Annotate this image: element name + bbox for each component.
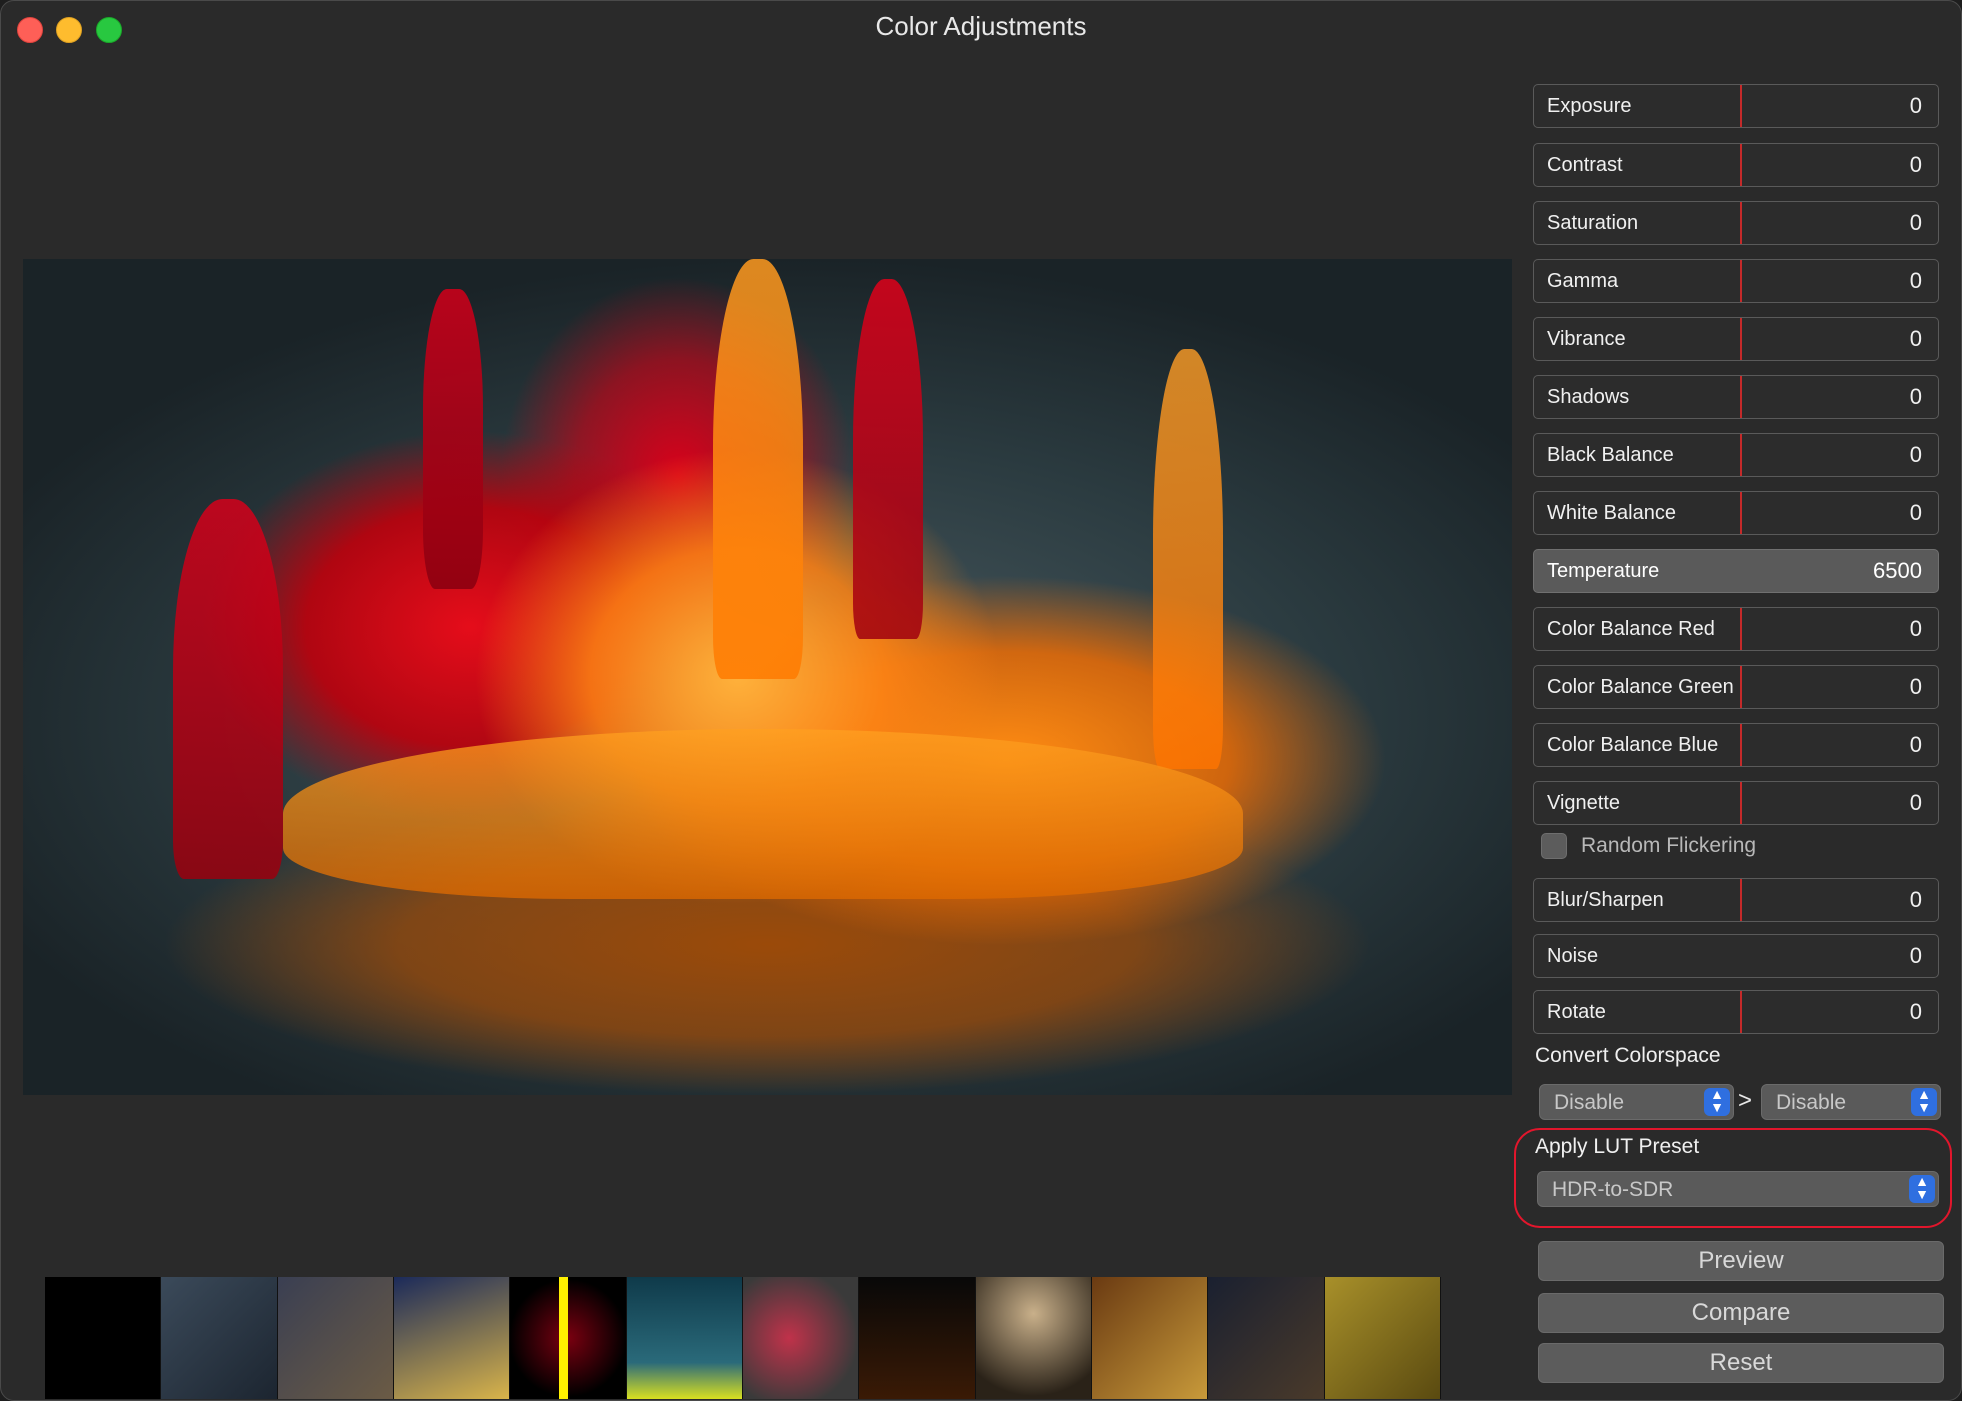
slider-label: Color Balance Red [1547,617,1715,640]
slider-label: Shadows [1547,385,1630,408]
contrast-slider[interactable]: Contrast 0 [1533,143,1939,187]
apply-lut-preset-label: Apply LUT Preset [1535,1135,1700,1158]
slider-label: White Balance [1547,501,1676,524]
filmstrip-frame[interactable] [1324,1277,1441,1399]
reset-button[interactable]: Reset [1538,1343,1944,1383]
slider-label: Vignette [1547,791,1621,814]
slider-label: Noise [1547,944,1599,967]
blur-sharpen-slider[interactable]: Blur/Sharpen 0 [1533,878,1939,922]
vignette-slider[interactable]: Vignette 0 [1533,781,1939,825]
random-flickering-checkbox[interactable] [1541,833,1567,859]
slider-center-marker [1740,85,1742,127]
slider-label: Color Balance Blue [1547,733,1719,756]
shadows-slider[interactable]: Shadows 0 [1533,375,1939,419]
colorspace-to-select[interactable]: Disable ▲ ▼ [1761,1084,1941,1120]
slider-value: 0 [1909,384,1922,409]
slider-center-marker [1740,434,1742,476]
slider-label: Exposure [1547,94,1632,117]
random-flickering-label: Random Flickering [1581,834,1757,857]
gamma-slider[interactable]: Gamma 0 [1533,259,1939,303]
preview-button[interactable]: Preview [1538,1241,1944,1281]
title-bar: Color Adjustments [1,1,1961,51]
slider-value: 0 [1909,326,1922,351]
slider-center-marker [1740,782,1742,824]
slider-value: 6500 [1873,558,1922,583]
slider-value: 0 [1909,999,1922,1024]
slider-value: 0 [1909,152,1922,177]
slider-value: 0 [1909,268,1922,293]
slider-center-marker [1740,318,1742,360]
slider-label: Color Balance Green [1547,675,1734,698]
chevron-up-down-icon: ▲ ▼ [1909,1174,1935,1203]
slider-label: Temperature [1547,559,1660,582]
color-adjustments-window: Color Adjustments Exposure 0 Contrast 0 Sa… [0,0,1962,1401]
filmstrip-frame[interactable] [1091,1277,1209,1399]
slider-value: 0 [1909,442,1922,467]
filmstrip-frame[interactable] [45,1277,162,1399]
filmstrip-frame[interactable] [975,1277,1092,1399]
color-balance-green-slider[interactable]: Color Balance Green 0 [1533,665,1939,709]
slider-value: 0 [1909,500,1922,525]
chevron-up-down-icon: ▲ ▼ [1911,1087,1937,1116]
colorspace-from-value: Disable [1554,1091,1625,1114]
colorspace-arrow-label: > [1738,1087,1753,1114]
lut-preset-value: HDR-to-SDR [1552,1178,1674,1201]
filmstrip-frame[interactable] [1208,1277,1325,1399]
filmstrip-frame[interactable] [742,1277,860,1399]
filmstrip-frame[interactable] [859,1277,976,1399]
slider-value: 0 [1909,790,1922,815]
filmstrip-frame[interactable] [510,1277,627,1399]
colorspace-to-value: Disable [1776,1091,1847,1114]
color-balance-red-slider[interactable]: Color Balance Red 0 [1533,607,1939,651]
temperature-slider[interactable]: Temperature 6500 [1533,549,1939,593]
video-preview-image [23,259,1512,1095]
convert-colorspace-label: Convert Colorspace [1535,1044,1721,1067]
black-balance-slider[interactable]: Black Balance 0 [1533,433,1939,477]
slider-value: 0 [1909,674,1922,699]
slider-center-marker [1740,608,1742,650]
rotate-slider[interactable]: Rotate 0 [1533,990,1939,1034]
slider-label: Blur/Sharpen [1547,888,1664,911]
exposure-slider[interactable]: Exposure 0 [1533,84,1939,128]
filmstrip-frame[interactable] [393,1277,511,1399]
chevron-up-down-icon: ▲ ▼ [1704,1087,1730,1116]
slider-center-marker [1740,144,1742,186]
noise-slider[interactable]: Noise 0 [1533,934,1939,978]
saturation-slider[interactable]: Saturation 0 [1533,201,1939,245]
slider-label: Vibrance [1547,327,1626,350]
slider-center-marker [1740,666,1742,708]
slider-value: 0 [1909,616,1922,641]
timeline-filmstrip[interactable] [45,1277,1441,1399]
random-flickering-toggle[interactable]: Random Flickering [1541,833,1756,859]
slider-center-marker [1740,376,1742,418]
slider-label: Rotate [1547,1000,1606,1023]
filmstrip-frame[interactable] [161,1277,278,1399]
vibrance-slider[interactable]: Vibrance 0 [1533,317,1939,361]
slider-center-marker [1740,202,1742,244]
timeline-playhead[interactable] [559,1277,568,1399]
slider-value: 0 [1909,210,1922,235]
lut-preset-select[interactable]: HDR-to-SDR ▲ ▼ [1537,1171,1939,1207]
colorspace-from-select[interactable]: Disable ▲ ▼ [1539,1084,1734,1120]
slider-label: Black Balance [1547,443,1674,466]
slider-value: 0 [1909,887,1922,912]
filmstrip-frame[interactable] [626,1277,743,1399]
slider-value: 0 [1909,93,1922,118]
filmstrip-frame[interactable] [277,1277,394,1399]
compare-button[interactable]: Compare [1538,1293,1944,1333]
slider-value: 0 [1909,943,1922,968]
slider-center-marker [1740,492,1742,534]
slider-center-marker [1740,879,1742,921]
slider-label: Gamma [1547,269,1619,292]
slider-value: 0 [1909,732,1922,757]
slider-label: Contrast [1547,153,1623,176]
slider-label: Saturation [1547,211,1639,234]
slider-center-marker [1740,724,1742,766]
white-balance-slider[interactable]: White Balance 0 [1533,491,1939,535]
window-title: Color Adjustments [875,11,1087,41]
slider-center-marker [1740,260,1742,302]
color-balance-blue-slider[interactable]: Color Balance Blue 0 [1533,723,1939,767]
slider-center-marker [1740,991,1742,1033]
